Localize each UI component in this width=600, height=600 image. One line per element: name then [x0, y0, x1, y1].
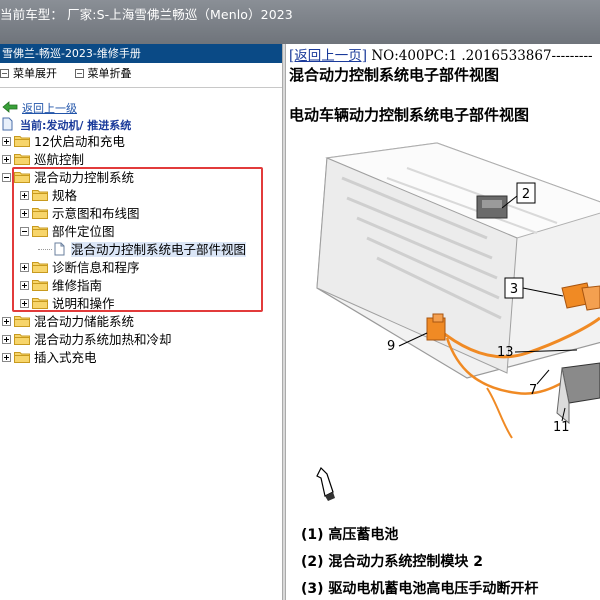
tree-item[interactable]: 混合动力系统加热和冷却: [2, 331, 172, 349]
tree-item[interactable]: 插入式充电: [2, 349, 97, 367]
folder-icon: [14, 352, 30, 363]
folder-icon: [14, 154, 30, 165]
page-title: 混合动力控制系统电子部件视图: [289, 66, 500, 84]
current-model-text: 当前车型： 厂家:S-上海雪佛兰畅巡（Menlo）2023: [0, 7, 293, 22]
tree-item-label: 混合动力储能系统: [34, 314, 135, 329]
back-link-row[interactable]: 返回上一级: [2, 99, 77, 117]
current-location-row: 当前:发动机/ 推进系统: [2, 116, 131, 134]
callout-7: 7: [529, 383, 537, 398]
section-title: 电动车辆动力控制系统电子部件视图: [289, 106, 530, 124]
title-bar: 当前车型： 厂家:S-上海雪佛兰畅巡（Menlo）2023: [0, 0, 600, 44]
doc-header: [返回上一页] NO:400PC:1 .2016533867---------: [289, 44, 593, 64]
callout-9: 9: [387, 339, 395, 354]
menu-expand-icon: [0, 69, 9, 78]
expand-menu-button[interactable]: 菜单展开: [0, 67, 57, 80]
expand-icon[interactable]: [2, 137, 11, 146]
tree-item-label: 混合动力系统加热和冷却: [34, 332, 172, 347]
document-icon: [2, 117, 13, 131]
expand-menu-label: 菜单展开: [13, 67, 57, 80]
tree-item-label: 12伏启动和充电: [34, 134, 125, 149]
collapse-menu-label: 菜单折叠: [87, 67, 132, 80]
svg-text:3: 3: [510, 282, 518, 297]
svg-text:2: 2: [522, 187, 530, 202]
expand-icon[interactable]: [2, 335, 11, 344]
component-diagram: 2 3 9 13 7 11: [316, 142, 600, 501]
tree-item[interactable]: 12伏启动和充电: [2, 133, 125, 151]
legend-item-3: (3) 驱动电机蓄电池高电压手动断开杆: [301, 581, 539, 597]
tree-item-label: 插入式充电: [34, 350, 97, 365]
legend-item-1: (1) 高压蓄电池: [301, 527, 399, 543]
current-location: 当前:发动机/ 推进系统: [19, 119, 132, 132]
content-panel: [返回上一页] NO:400PC:1 .2016533867--------- …: [287, 44, 600, 600]
panel-splitter[interactable]: [282, 44, 286, 600]
collapse-icon[interactable]: [2, 173, 11, 182]
callout-11: 11: [553, 420, 570, 435]
folder-icon: [14, 334, 30, 345]
folder-icon: [14, 316, 30, 327]
orientation-arrow-icon: [316, 466, 335, 501]
legend-item-2: (2) 混合动力系统控制模块 2: [301, 554, 484, 570]
menu-collapse-icon: [74, 69, 84, 78]
collapse-menu-button[interactable]: 菜单折叠: [74, 67, 132, 80]
divider: [0, 87, 282, 99]
back-arrow-icon: [2, 101, 18, 113]
tree-item[interactable]: 混合动力储能系统: [2, 313, 134, 331]
manual-header: 雪佛兰-畅巡-2023-维修手册: [0, 44, 282, 63]
expand-icon[interactable]: [2, 155, 11, 164]
highlight-box: [12, 167, 263, 312]
expand-icon[interactable]: [2, 353, 11, 362]
back-link[interactable]: 返回上一级: [22, 102, 77, 115]
menu-toolbar: 菜单展开 菜单折叠: [0, 63, 282, 87]
doc-number: NO:400PC:1 .2016533867---------: [367, 48, 593, 64]
tree-item-label: 巡航控制: [34, 152, 85, 167]
back-page-link[interactable]: [返回上一页]: [289, 48, 367, 64]
callout-13: 13: [497, 345, 514, 360]
expand-icon[interactable]: [2, 317, 11, 326]
folder-icon: [14, 136, 30, 147]
